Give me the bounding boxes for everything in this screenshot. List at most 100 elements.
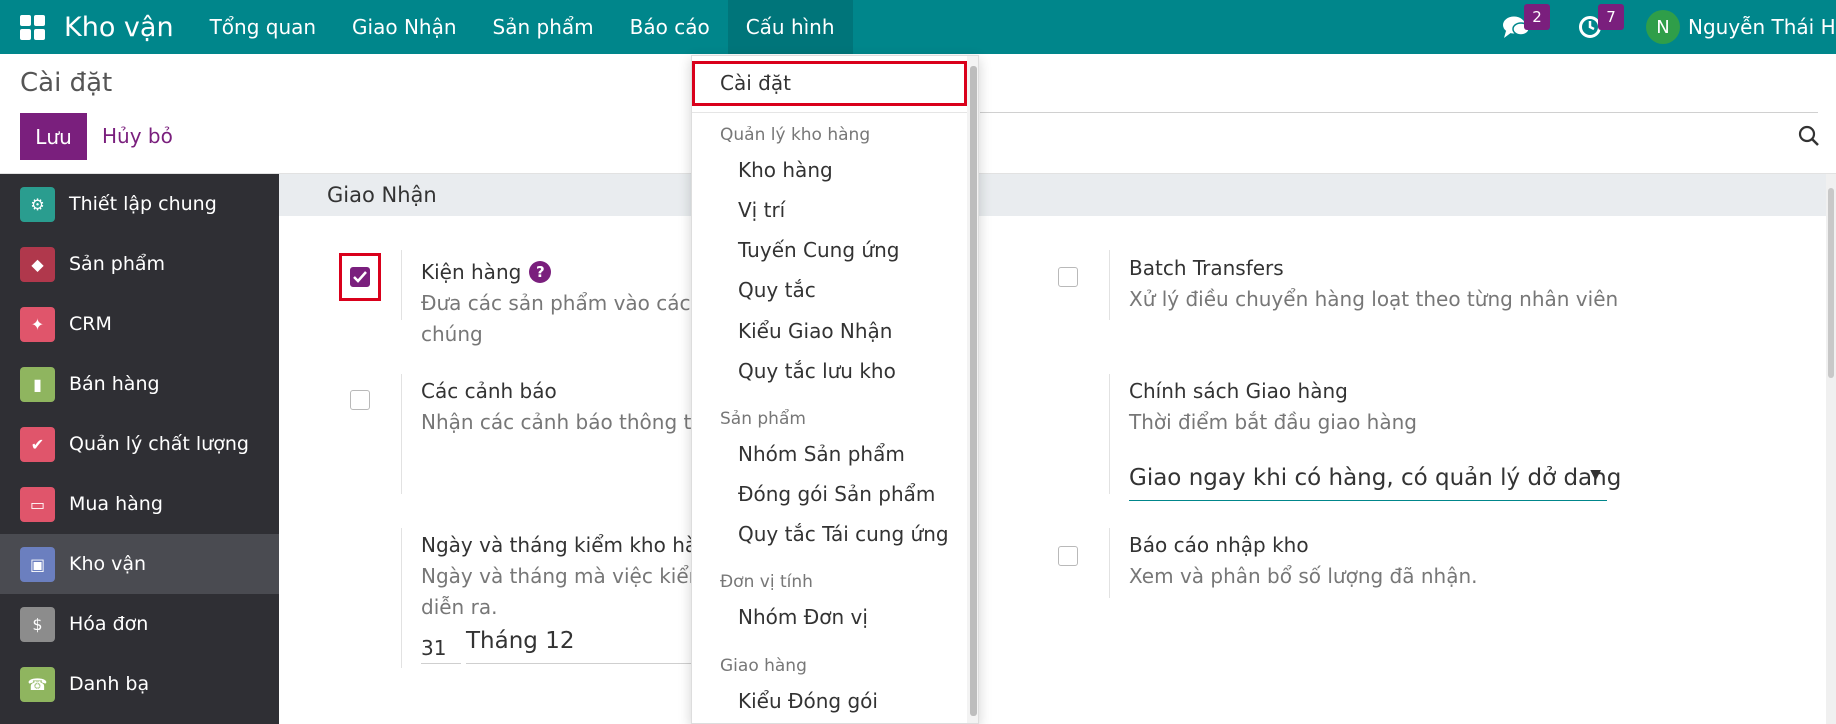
menu-header-uom: Đơn vị tính (720, 572, 813, 592)
user-avatar[interactable]: N (1646, 10, 1680, 44)
sidebar-item-products[interactable]: ◆ Sản phẩm (0, 234, 279, 294)
inventory-day-input[interactable]: 31 (421, 632, 461, 664)
inventory-date-desc-line1: Ngày và tháng mà việc kiểm (421, 564, 709, 588)
warnings-title: Các cảnh báo (421, 379, 557, 403)
user-name[interactable]: Nguyễn Thái H (1688, 15, 1836, 39)
delivery-policy-title: Chính sách Giao hàng (1129, 379, 1348, 403)
messages-badge: 2 (1524, 4, 1550, 30)
apps-menu-icon[interactable] (0, 0, 64, 54)
packages-title: Kiện hàng? (421, 260, 552, 284)
packages-title-text: Kiện hàng (421, 260, 522, 284)
inventory-date-desc-line2: diễn ra. (421, 595, 498, 619)
sidebar-item-label: Kho vận (69, 553, 147, 575)
systray: 2 7 N Nguyễn Thái H (1498, 0, 1836, 54)
delivery-policy-desc: Thời điểm bắt đầu giao hàng (1129, 410, 1417, 434)
nav-reporting[interactable]: Báo cáo (612, 0, 728, 54)
dropdown-scrollbar-thumb[interactable] (970, 66, 977, 716)
batch-transfers-checkbox[interactable] (1058, 267, 1078, 287)
box-icon: ▣ (20, 546, 55, 582)
packages-desc-line2: chúng (421, 322, 483, 346)
packages-desc-line1: Đưa các sản phẩm vào các g (421, 291, 710, 315)
card-icon: ▭ (20, 486, 55, 522)
menu-divider (692, 112, 967, 113)
sidebar-item-label: Bán hàng (69, 373, 160, 395)
menu-item-reordering-rules[interactable]: Quy tắc Tái cung ứng (738, 522, 978, 546)
tag-icon: ◆ (20, 246, 55, 282)
menu-item-putaway-rules[interactable]: Quy tắc lưu kho (738, 359, 978, 383)
menu-item-warehouses[interactable]: Kho hàng (738, 158, 978, 182)
delivery-policy-select[interactable]: Giao ngay khi có hàng, có quản lý dở dan… (1129, 465, 1621, 501)
sidebar-item-label: Quản lý chất lượng (69, 433, 249, 455)
packages-desc: Đưa các sản phẩm vào các g chúng (421, 288, 710, 350)
menu-item-settings[interactable]: Cài đặt (720, 71, 978, 95)
section-title: Giao Nhận (279, 174, 1836, 216)
menu-item-product-categories[interactable]: Nhóm Sản phẩm (738, 442, 978, 466)
sidebar-item-general[interactable]: ⚙ Thiết lập chung (0, 174, 279, 234)
sidebar-item-sales[interactable]: ▮ Bán hàng (0, 354, 279, 414)
nav-operations[interactable]: Giao Nhận (334, 0, 474, 54)
menu-item-rules[interactable]: Quy tắc (738, 278, 978, 302)
sidebar-item-label: CRM (69, 313, 112, 335)
delivery-policy-value: Giao ngay khi có hàng, có quản lý dở dan… (1129, 465, 1622, 491)
top-navbar: Kho vận Tổng quan Giao Nhận Sản phẩm Báo… (0, 0, 1836, 54)
divider (401, 528, 402, 668)
activities-badge: 7 (1598, 4, 1624, 30)
nav-configuration[interactable]: Cấu hình (727, 0, 853, 54)
divider (401, 250, 402, 320)
receipt-report-title: Báo cáo nhập kho (1129, 533, 1309, 557)
chart-icon: ▮ (20, 366, 55, 402)
batch-transfers-title: Batch Transfers (1129, 256, 1284, 280)
caret-down-icon: ▼ (1590, 467, 1601, 483)
page-title: Cài đặt (20, 68, 113, 98)
divider (1109, 374, 1110, 494)
check-icon (353, 271, 367, 283)
check-circle-icon: ✔ (20, 426, 55, 462)
divider (1109, 528, 1110, 598)
app-brand[interactable]: Kho vận (64, 12, 174, 43)
sidebar-item-crm[interactable]: ✦ CRM (0, 294, 279, 354)
nav-products[interactable]: Sản phẩm (475, 0, 612, 54)
cancel-button[interactable]: Hủy bỏ (102, 124, 173, 148)
receipt-report-checkbox[interactable] (1058, 546, 1078, 566)
menu-header-delivery: Giao hàng (720, 656, 807, 676)
handshake-icon: ✦ (20, 306, 55, 342)
gear-icon: ⚙ (20, 186, 55, 222)
activities-button[interactable]: 7 (1572, 0, 1624, 54)
search-input[interactable] (980, 112, 1818, 113)
sidebar-item-label: Thiết lập chung (69, 193, 217, 215)
sidebar-item-purchase[interactable]: ▭ Mua hàng (0, 474, 279, 534)
batch-transfers-desc: Xử lý điều chuyển hàng loạt theo từng nh… (1129, 287, 1619, 311)
sidebar-item-label: Hóa đơn (69, 613, 149, 635)
sidebar-item-label: Mua hàng (69, 493, 163, 515)
sidebar-item-inventory[interactable]: ▣ Kho vận (0, 534, 279, 594)
warnings-checkbox[interactable] (350, 390, 370, 410)
menu-item-product-packagings[interactable]: Đóng gói Sản phẩm (738, 482, 978, 506)
inventory-month-select[interactable]: Tháng 12 (466, 628, 692, 664)
sidebar-item-quality[interactable]: ✔ Quản lý chất lượng (0, 414, 279, 474)
settings-sidebar: ⚙ Thiết lập chung ◆ Sản phẩm ✦ CRM ▮ Bán… (0, 174, 279, 724)
sidebar-item-invoicing[interactable]: $ Hóa đơn (0, 594, 279, 654)
search-icon[interactable] (1797, 124, 1821, 148)
menu-item-locations[interactable]: Vị trí (738, 198, 978, 222)
menu-header-warehouse: Quản lý kho hàng (720, 125, 871, 145)
sidebar-item-label: Danh bạ (69, 673, 150, 695)
menu-header-products: Sản phẩm (720, 409, 806, 429)
sidebar-item-label: Sản phẩm (69, 253, 166, 275)
receipt-report-desc: Xem và phân bổ số lượng đã nhận. (1129, 564, 1478, 588)
packages-checkbox[interactable] (350, 267, 370, 287)
nav-overview[interactable]: Tổng quan (192, 0, 334, 54)
configuration-dropdown: Cài đặt Quản lý kho hàng Kho hàng Vị trí… (691, 55, 979, 724)
menu-item-package-types[interactable]: Kiểu Đóng gói (738, 689, 978, 713)
menu-item-routes[interactable]: Tuyến Cung ứng (738, 238, 978, 262)
help-icon[interactable]: ? (529, 261, 552, 283)
warnings-desc: Nhận các cảnh báo thông tin (421, 410, 710, 434)
messages-button[interactable]: 2 (1498, 0, 1550, 54)
page-scrollbar-thumb[interactable] (1828, 188, 1834, 378)
inventory-date-desc: Ngày và tháng mà việc kiểm diễn ra. (421, 561, 708, 623)
menu-item-operation-types[interactable]: Kiểu Giao Nhận (738, 319, 978, 343)
settings-content: Giao Nhận Kiện hàng? Đưa các sản phẩm và… (279, 174, 1836, 724)
save-button[interactable]: Lưu (20, 113, 87, 160)
invoice-icon: $ (20, 606, 55, 642)
sidebar-item-contacts[interactable]: ☎ Danh bạ (0, 654, 279, 714)
menu-item-uom-categories[interactable]: Nhóm Đơn vị (738, 605, 978, 629)
